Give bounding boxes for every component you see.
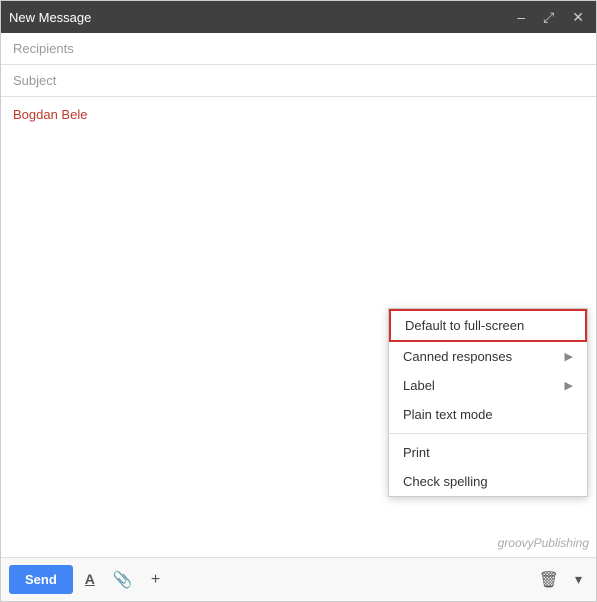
delete-button[interactable]: 🗑 xyxy=(533,566,565,594)
subject-field-row xyxy=(1,65,596,97)
menu-item-plain-text[interactable]: Plain text mode xyxy=(389,400,587,429)
submenu-arrow-icon: ▶ xyxy=(565,350,573,363)
menu-item-label: Print xyxy=(403,445,430,460)
plus-icon: + xyxy=(151,571,160,588)
attach-file-button[interactable]: 📎 xyxy=(107,566,139,594)
submenu-arrow-icon: ▶ xyxy=(565,379,573,392)
close-button[interactable]: ✕ xyxy=(568,8,588,26)
more-options-button[interactable]: + xyxy=(145,567,166,593)
menu-item-label[interactable]: Label ▶ xyxy=(389,371,587,400)
body-area[interactable]: Bogdan Bele Default to full-screen Canne… xyxy=(1,97,596,557)
sender-name-link[interactable]: Bogdan Bele xyxy=(13,107,87,122)
menu-item-check-spelling[interactable]: Check spelling xyxy=(389,467,587,496)
menu-item-print[interactable]: Print xyxy=(389,438,587,467)
compose-window: New Message – ⤢ ✕ Bogdan Bele Default to… xyxy=(0,0,597,602)
more-menu-button[interactable]: ▾ xyxy=(569,567,588,593)
toolbar-right: 🗑 ▾ xyxy=(533,566,588,594)
menu-item-canned-responses[interactable]: Canned responses ▶ xyxy=(389,342,587,371)
context-menu: Default to full-screen Canned responses … xyxy=(388,308,588,497)
expand-button[interactable]: ⤢ xyxy=(539,8,558,26)
menu-divider xyxy=(389,433,587,434)
menu-item-label: Plain text mode xyxy=(403,407,493,422)
menu-item-label: Canned responses xyxy=(403,349,512,364)
format-icon: A xyxy=(85,571,95,587)
attachment-icon: 📎 xyxy=(113,572,133,589)
minimize-button[interactable]: – xyxy=(513,8,529,26)
menu-item-label: Default to full-screen xyxy=(405,318,524,333)
window-controls: – ⤢ ✕ xyxy=(513,8,588,26)
titlebar: New Message – ⤢ ✕ xyxy=(1,1,596,33)
trash-icon: 🗑 xyxy=(539,572,559,589)
menu-item-label-text: Label xyxy=(403,378,435,393)
window-title: New Message xyxy=(9,10,91,25)
subject-input[interactable] xyxy=(13,73,584,88)
watermark: groovyPublishing xyxy=(498,536,589,550)
menu-item-default-fullscreen[interactable]: Default to full-screen xyxy=(389,309,587,342)
chevron-down-icon: ▾ xyxy=(575,571,582,587)
send-button[interactable]: Send xyxy=(9,565,73,594)
recipients-input[interactable] xyxy=(13,41,584,56)
format-text-button[interactable]: A xyxy=(79,567,101,593)
bottom-toolbar: Send A 📎 + 🗑 ▾ xyxy=(1,557,596,601)
menu-item-label: Check spelling xyxy=(403,474,488,489)
recipients-field-row xyxy=(1,33,596,65)
